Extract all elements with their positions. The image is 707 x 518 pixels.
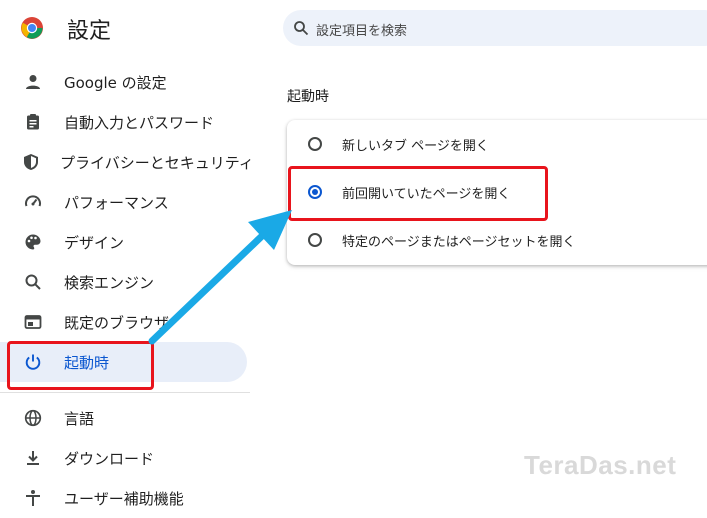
watermark: TeraDas.net (524, 450, 677, 480)
annotation-arrow-icon (148, 210, 292, 345)
